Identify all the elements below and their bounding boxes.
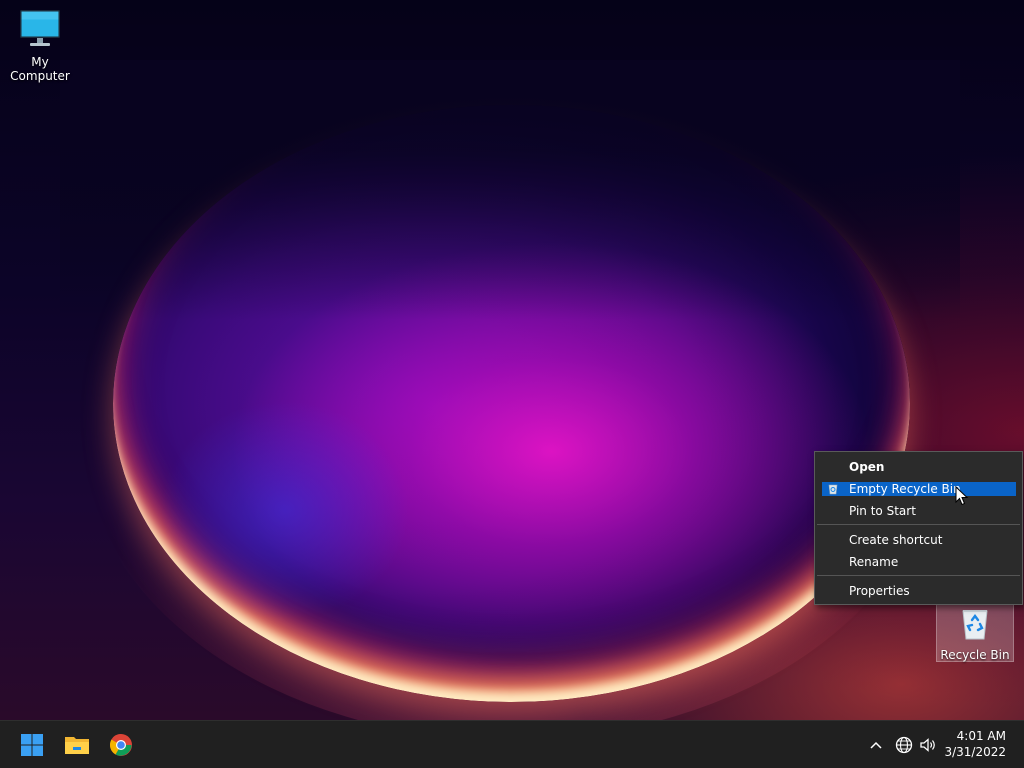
my-computer-label: My Computer bbox=[10, 55, 70, 83]
clock-date: 3/31/2022 bbox=[944, 745, 1006, 759]
clock[interactable]: 4:01 AM 3/31/2022 bbox=[936, 728, 1006, 760]
mouse-cursor-icon bbox=[955, 486, 969, 506]
menu-separator bbox=[817, 575, 1020, 576]
desktop-icon-recycle-bin[interactable]: Recycle Bin bbox=[936, 600, 1014, 662]
menu-item-properties[interactable]: Properties bbox=[822, 584, 1016, 598]
folder-icon bbox=[65, 737, 89, 754]
menu-item-create-shortcut[interactable]: Create shortcut bbox=[822, 533, 1016, 547]
clock-time: 4:01 AM bbox=[956, 729, 1006, 743]
menu-item-label: Open bbox=[849, 460, 885, 474]
speaker-icon[interactable] bbox=[918, 735, 938, 755]
menu-item-pin-to-start[interactable]: Pin to Start bbox=[822, 504, 1016, 518]
menu-item-open[interactable]: Open bbox=[822, 460, 1016, 474]
wallpaper-blue-glow bbox=[160, 400, 410, 620]
context-menu: Open Empty Recycle Bin Pin to Start Crea… bbox=[814, 451, 1023, 605]
recycle-bin-small-icon bbox=[828, 484, 838, 495]
menu-item-label: Pin to Start bbox=[849, 504, 916, 518]
windows-start-icon bbox=[21, 734, 43, 756]
chrome-button[interactable] bbox=[105, 729, 137, 761]
menu-separator bbox=[817, 524, 1020, 525]
monitor-icon bbox=[20, 10, 60, 46]
menu-item-rename[interactable]: Rename bbox=[822, 555, 1016, 569]
menu-item-label: Rename bbox=[849, 555, 899, 569]
start-button[interactable] bbox=[16, 729, 48, 761]
wallpaper-shade bbox=[60, 60, 960, 320]
desktop[interactable]: My Computer Recycle Bin Open Empty Recyc… bbox=[0, 0, 1024, 720]
menu-item-label: Create shortcut bbox=[849, 533, 943, 547]
menu-item-empty-recycle-bin[interactable]: Empty Recycle Bin bbox=[822, 482, 1016, 496]
taskbar: 4:01 AM 3/31/2022 bbox=[0, 720, 1024, 768]
recycle-bin-icon bbox=[962, 610, 988, 640]
menu-item-label: Empty Recycle Bin bbox=[849, 482, 961, 496]
recycle-bin-label: Recycle Bin bbox=[940, 648, 1010, 662]
chrome-icon bbox=[110, 734, 132, 756]
chevron-up-icon[interactable] bbox=[866, 735, 886, 755]
file-explorer-button[interactable] bbox=[61, 729, 93, 761]
desktop-icon-my-computer[interactable]: My Computer bbox=[0, 8, 80, 83]
menu-item-label: Properties bbox=[849, 584, 910, 598]
network-globe-icon[interactable] bbox=[894, 735, 914, 755]
